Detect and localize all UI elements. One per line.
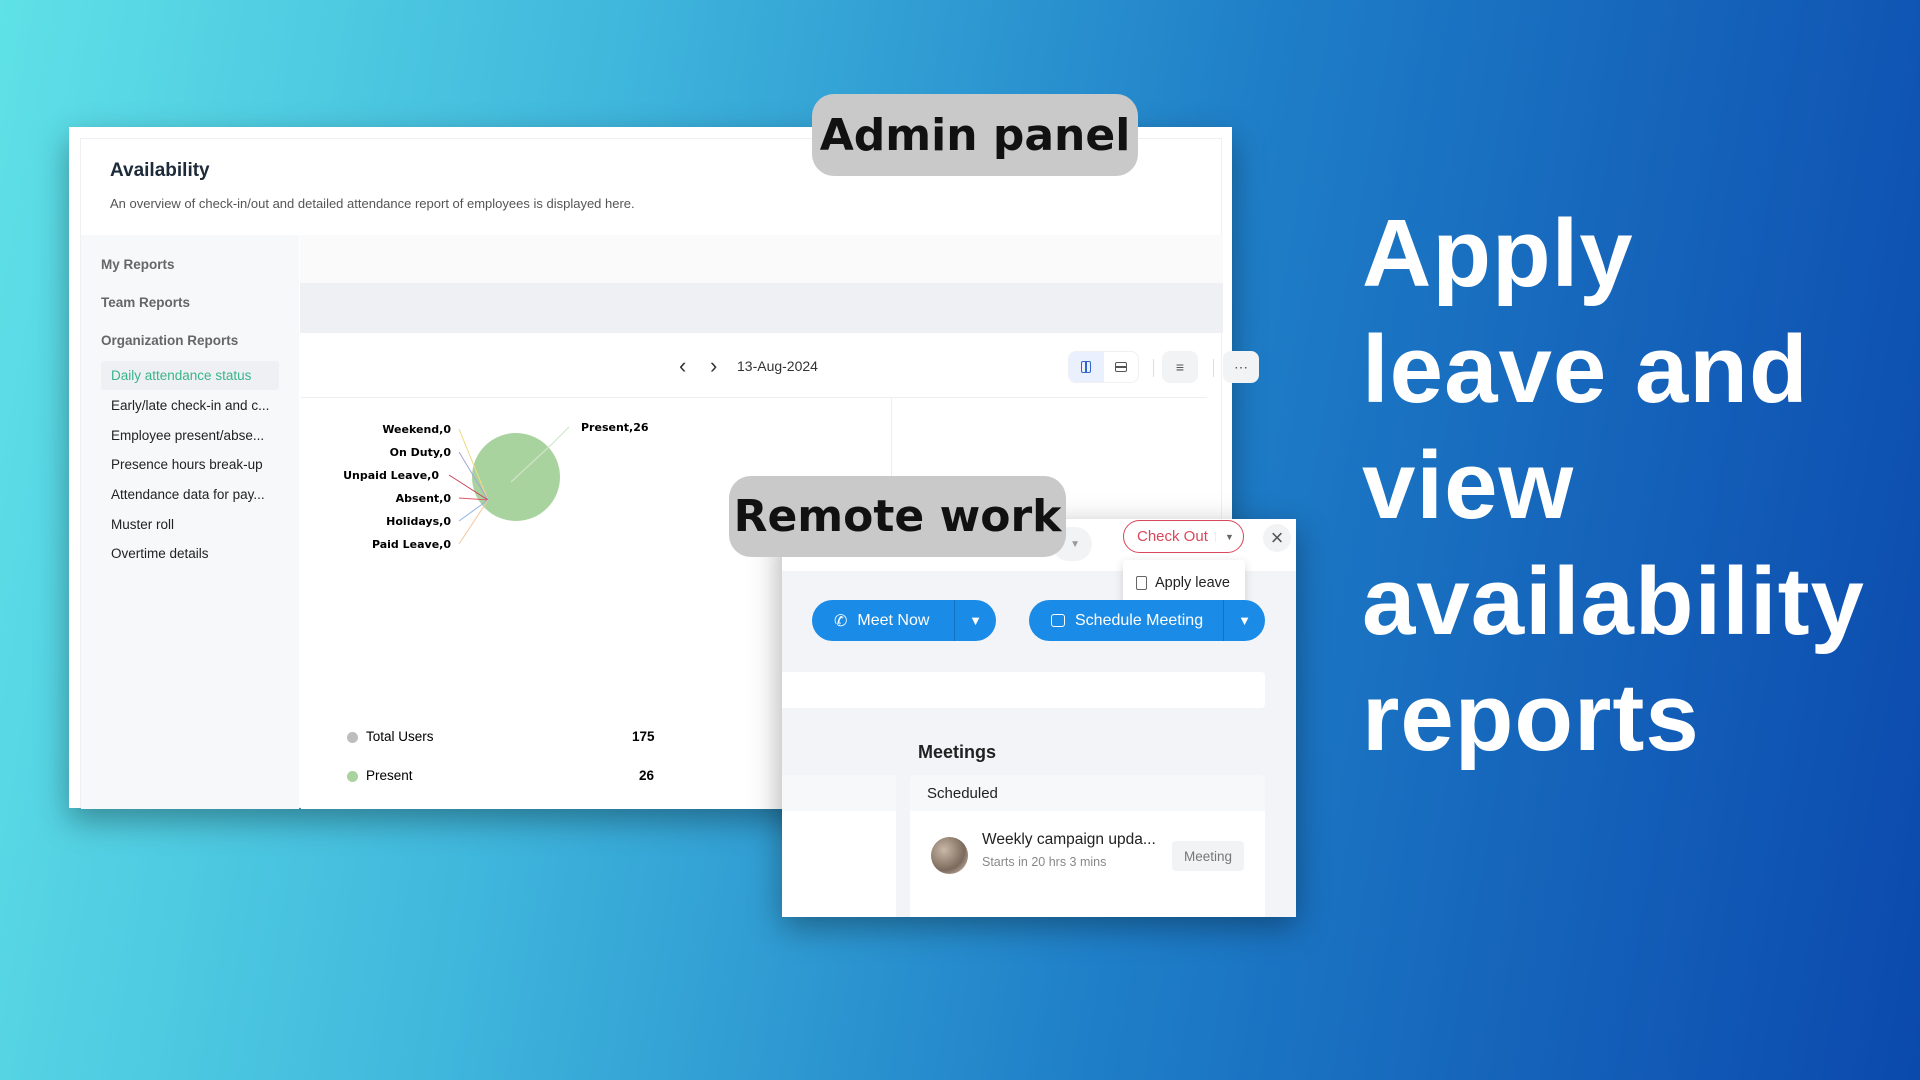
legend-value-present: 26 — [639, 768, 655, 783]
data-label-weekend: Weekend,0 — [382, 423, 451, 436]
meet-now-label: Meet Now — [857, 611, 930, 629]
prev-date-button[interactable]: ‹ — [679, 353, 686, 379]
close-icon[interactable]: × — [1263, 524, 1291, 552]
sidebar-item-daily-attendance[interactable]: Daily attendance status — [111, 368, 251, 383]
check-out-button[interactable]: Check Out ▼ — [1123, 520, 1244, 553]
calendar-icon — [1051, 614, 1065, 627]
legend-dot-present — [347, 771, 358, 782]
legend-label-total-users: Total Users — [366, 729, 434, 744]
row-view-icon[interactable] — [1104, 352, 1139, 382]
check-out-dropdown-icon[interactable]: ▼ — [1215, 531, 1243, 542]
leader-line-paid-leave — [458, 499, 489, 545]
column-view-icon[interactable] — [1069, 352, 1104, 382]
scheduled-meetings-card: Scheduled Weekly campaign upda... Starts… — [910, 775, 1265, 917]
left-card — [782, 775, 896, 917]
more-options-icon[interactable]: ⋯ — [1223, 351, 1259, 383]
meet-now-dropdown-icon[interactable]: ▼ — [954, 600, 996, 641]
page-title: Availability — [110, 160, 210, 181]
data-label-present: Present,26 — [581, 421, 649, 434]
sidebar-item-early-late[interactable]: Early/late check-in and c... — [111, 398, 269, 413]
grey-band — [300, 283, 1223, 333]
meetings-heading: Meetings — [918, 742, 997, 762]
sidebar-my-reports[interactable]: My Reports — [101, 257, 175, 272]
search-bar[interactable] — [782, 672, 1265, 708]
sidebar: My Reports Team Reports Organization Rep… — [81, 235, 299, 809]
legend-value-total-users: 175 — [632, 729, 655, 744]
scheduled-header: Scheduled — [910, 775, 1265, 811]
headline-line: availability — [1362, 548, 1865, 655]
divider — [1153, 359, 1154, 377]
remote-work-panel: ▼ Check Out ▼ × Apply leave ✆ Meet Now ▼ … — [782, 519, 1296, 917]
date-label: 13-Aug-2024 — [737, 358, 818, 374]
sidebar-item-presence-hours[interactable]: Presence hours break-up — [111, 457, 263, 472]
headline: Apply leave and view availability report… — [1362, 196, 1865, 776]
check-out-label: Check Out — [1137, 528, 1208, 545]
phone-icon: ✆ — [834, 612, 848, 630]
sidebar-organization-reports[interactable]: Organization Reports — [101, 333, 238, 348]
sidebar-item-attendance-pay[interactable]: Attendance data for pay... — [111, 487, 265, 502]
remote-work-label: Remote work — [729, 476, 1066, 557]
legend-dot-total-users — [347, 732, 358, 743]
view-toggle — [1068, 351, 1139, 383]
meeting-time: Starts in 20 hrs 3 mins — [982, 855, 1107, 869]
header-band — [300, 235, 1223, 283]
sidebar-team-reports[interactable]: Team Reports — [101, 295, 190, 310]
data-label-on-duty: On Duty,0 — [390, 446, 452, 459]
schedule-meeting-button[interactable]: Schedule Meeting ▼ — [1029, 600, 1265, 641]
data-label-absent: Absent,0 — [396, 492, 452, 505]
divider — [1213, 359, 1214, 377]
schedule-meeting-dropdown-icon[interactable]: ▼ — [1223, 600, 1265, 641]
data-label-unpaid-leave: Unpaid Leave,0 — [343, 469, 439, 482]
apply-leave-label: Apply leave — [1155, 574, 1230, 591]
admin-panel-label: Admin panel — [812, 94, 1138, 176]
apply-leave-menu-item[interactable]: Apply leave — [1123, 560, 1245, 605]
sidebar-item-muster-roll[interactable]: Muster roll — [111, 517, 174, 532]
headline-line: leave and — [1362, 316, 1809, 423]
meeting-title[interactable]: Weekly campaign upda... — [982, 831, 1156, 849]
schedule-meeting-label: Schedule Meeting — [1075, 611, 1204, 629]
page-description: An overview of check-in/out and detailed… — [110, 196, 635, 211]
leader-line-holidays — [458, 499, 489, 522]
headline-line: Apply — [1362, 200, 1634, 307]
meeting-avatar — [931, 837, 968, 874]
sidebar-item-present-absent[interactable]: Employee present/abse... — [111, 428, 264, 443]
legend-label-present: Present — [366, 768, 413, 783]
leave-icon — [1136, 575, 1147, 590]
meeting-type-badge: Meeting — [1172, 841, 1244, 871]
headline-line: reports — [1362, 664, 1700, 771]
data-label-paid-leave: Paid Leave,0 — [372, 538, 451, 551]
meet-now-button[interactable]: ✆ Meet Now ▼ — [812, 600, 996, 641]
filter-icon[interactable]: ≡ — [1162, 351, 1198, 383]
data-label-holidays: Holidays,0 — [386, 515, 451, 528]
next-date-button[interactable]: › — [710, 353, 717, 379]
sidebar-item-overtime[interactable]: Overtime details — [111, 546, 209, 561]
headline-line: view — [1362, 432, 1575, 539]
